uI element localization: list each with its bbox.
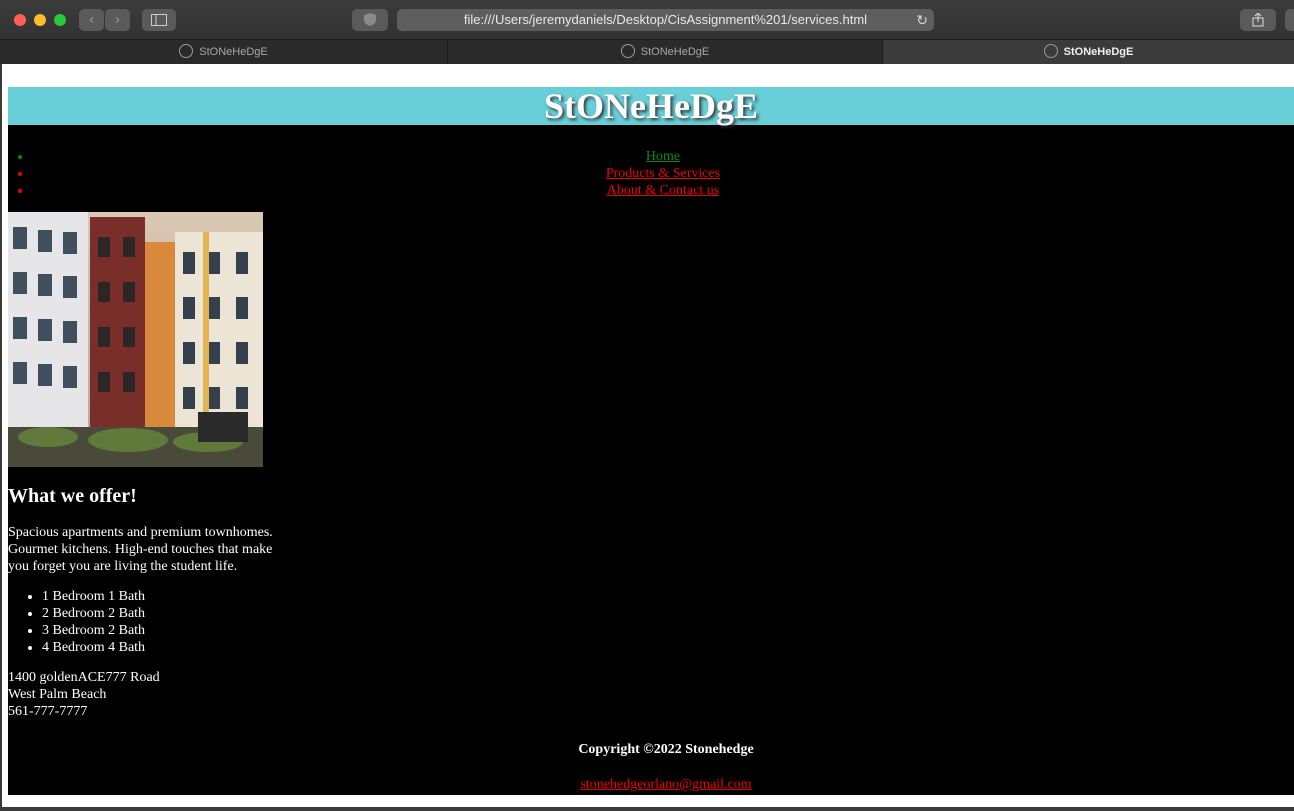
site-header: StONeHeDgE (8, 87, 1294, 125)
list-item: 2 Bedroom 2 Bath (42, 605, 288, 622)
close-window-icon[interactable] (14, 14, 26, 26)
share-icon (1252, 12, 1264, 27)
back-button[interactable]: ‹ (79, 9, 104, 31)
minimize-window-icon[interactable] (34, 14, 46, 26)
tab-2[interactable]: StONeHeDgE (448, 40, 883, 64)
unit-list: 1 Bedroom 1 Bath 2 Bedroom 2 Bath 3 Bedr… (8, 588, 288, 656)
tab-label: StONeHeDgE (199, 46, 268, 58)
chevron-right-icon: › (114, 12, 121, 28)
list-item: 3 Bedroom 2 Bath (42, 622, 288, 639)
maximize-window-icon[interactable] (54, 14, 66, 26)
main-nav: Home Products & Services About & Contact… (8, 148, 1294, 199)
page-body: StONeHeDgE Home Products & Services Abou… (8, 87, 1294, 795)
reload-icon[interactable]: ↻ (916, 9, 928, 31)
list-item: 1 Bedroom 1 Bath (42, 588, 288, 605)
compass-icon (1043, 44, 1058, 58)
list-item: 4 Bedroom 4 Bath (42, 639, 288, 656)
sidebar-icon (151, 14, 167, 26)
nav-link-about[interactable]: About & Contact us (607, 183, 719, 198)
main-content: What we offer! Spacious apartments and p… (8, 482, 288, 720)
nav-item-services: Products & Services (32, 165, 1294, 182)
tab-3[interactable]: StONeHeDgE (883, 40, 1294, 64)
chevron-left-icon: ‹ (88, 12, 95, 28)
share-button[interactable] (1240, 9, 1276, 31)
privacy-button[interactable] (352, 9, 388, 31)
phone-number: 561-777-7777 (8, 704, 88, 719)
nav-item-home: Home (32, 148, 1294, 165)
section-heading: What we offer! (8, 485, 137, 507)
nav-link-home[interactable]: Home (646, 149, 680, 164)
compass-icon (620, 44, 635, 58)
copyright-text: Copyright ©2022 Stonehedge (578, 742, 754, 757)
forward-button[interactable]: › (105, 9, 130, 31)
site-title: StONeHeDgE (544, 86, 758, 126)
shield-icon (364, 13, 376, 26)
sidebar-toggle-button[interactable] (142, 9, 176, 31)
compass-icon (179, 44, 194, 58)
nav-link-services[interactable]: Products & Services (606, 166, 720, 181)
browser-toolbar: ‹ › file:///Users/jeremydaniels/Desktop/… (0, 0, 1294, 39)
address-bar[interactable]: file:///Users/jeremydaniels/Desktop/CisA… (397, 9, 934, 31)
street-address: 1400 goldenACE777 Road (8, 670, 160, 685)
url-text: file:///Users/jeremydaniels/Desktop/CisA… (463, 12, 868, 27)
nav-item-about: About & Contact us (32, 182, 1294, 199)
tab-1[interactable]: StONeHeDgE (0, 40, 448, 64)
tab-label: StONeHeDgE (1063, 46, 1134, 58)
page-viewport: StONeHeDgE Home Products & Services Abou… (2, 64, 1294, 807)
address-block: 1400 goldenACE777 Road West Palm Beach 5… (8, 669, 288, 720)
email-link[interactable]: stonehedgeorlano@gmail.com (8, 776, 1294, 793)
tab-label: StONeHeDgE (640, 46, 710, 58)
apartment-photo (8, 212, 263, 467)
city: West Palm Beach (8, 687, 107, 702)
extra-toolbar-button[interactable] (1285, 9, 1294, 31)
intro-paragraph: Spacious apartments and premium townhome… (8, 525, 273, 574)
tab-bar: StONeHeDgE StONeHeDgE StONeHeDgE (0, 39, 1294, 64)
site-footer: Copyright ©2022 Stonehedge stonehedgeorl… (8, 741, 1294, 793)
